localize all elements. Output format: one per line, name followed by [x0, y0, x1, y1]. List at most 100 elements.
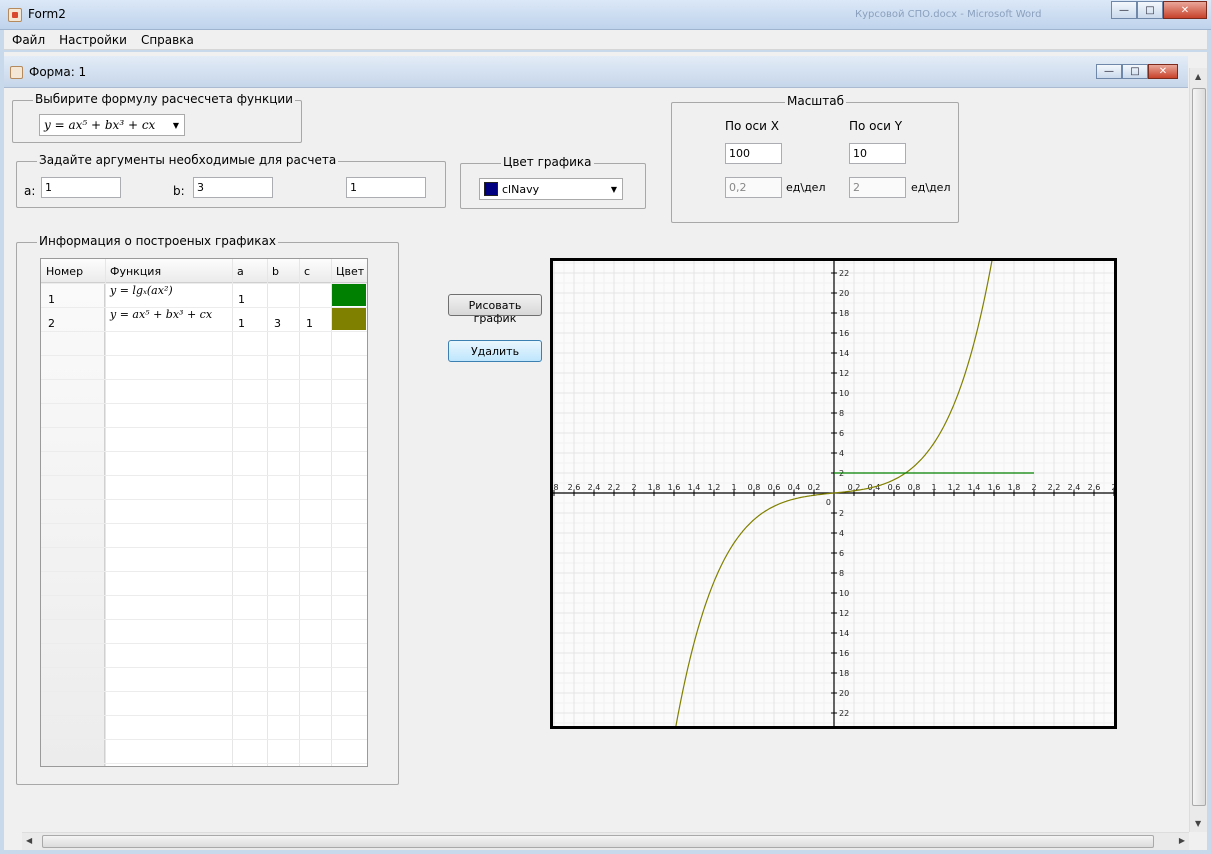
graph-canvas[interactable]: 8 2,6 2,4 2,2 2 1,8 1,6 1,4 1,2 1 0,8 0,6 0,4 0,2 0,2 0…	[550, 258, 1117, 729]
formula-combo-value: y = ax⁵ + bx³ + cx	[44, 118, 156, 132]
y-tick-label: 10	[839, 389, 849, 398]
x-scale-input[interactable]: 100	[725, 143, 782, 164]
y-tick-label: 16	[839, 329, 849, 338]
y-tick-label: 20	[839, 689, 849, 698]
x-tick-label: 2	[631, 483, 636, 492]
x-tick-label: 1,6	[988, 483, 1001, 492]
menu-file[interactable]: Файл	[4, 30, 51, 47]
x-tick-label: 0,8	[748, 483, 761, 492]
row1-c[interactable]	[301, 289, 306, 293]
scroll-left-icon[interactable]: ◀	[26, 836, 32, 845]
scroll-up-icon[interactable]: ▲	[1195, 72, 1201, 81]
y-tick-label: 12	[839, 369, 849, 378]
horizontal-scroll-thumb[interactable]	[42, 835, 1154, 848]
x-tick-label: 1,2	[948, 483, 961, 492]
color-combo[interactable]: clNavy ▼	[479, 178, 623, 200]
x-tick-label: 8	[553, 483, 558, 492]
x-tick-label: 0,6	[768, 483, 781, 492]
scale-group-title: Масштаб	[785, 94, 847, 108]
origin-label: 0	[826, 498, 831, 507]
x-tick-label: 0,4	[788, 483, 801, 492]
col-header-function[interactable]: Функция	[105, 261, 161, 278]
x-tick-label: 1	[731, 483, 736, 492]
row1-b[interactable]	[269, 289, 274, 293]
window-titlebar: Form2 Курсовой СПО.docx - Microsoft Word…	[0, 0, 1211, 30]
y-tick-label: 10	[839, 589, 849, 598]
col-header-c[interactable]: c	[299, 261, 310, 278]
col-header-b[interactable]: b	[267, 261, 279, 278]
table-header	[41, 259, 367, 283]
b-label: b:	[173, 184, 185, 198]
formula-combo[interactable]: y = ax⁵ + bx³ + cx ▼	[39, 114, 185, 136]
y-tick-label: 8	[839, 569, 844, 578]
args-group: Задайте аргументы необходимые для расчет…	[16, 153, 446, 208]
scroll-down-icon[interactable]: ▼	[1195, 819, 1201, 828]
row2-b[interactable]: 3	[269, 313, 281, 330]
delete-button[interactable]: Удалить	[448, 340, 542, 362]
child-close-button[interactable]: ✕	[1148, 64, 1178, 79]
y-tick-label: 2	[839, 509, 844, 518]
vertical-scroll-thumb[interactable]	[1192, 88, 1206, 806]
y-tick-label: 12	[839, 609, 849, 618]
row1-color[interactable]	[332, 284, 366, 306]
child-minimize-button[interactable]: —	[1096, 64, 1122, 79]
draw-graph-button[interactable]: Рисовать график	[448, 294, 542, 325]
row2-color[interactable]	[332, 308, 366, 330]
y-tick-label: 22	[839, 269, 849, 278]
y-tick-label: 8	[839, 409, 844, 418]
maximize-button[interactable]: □	[1137, 1, 1163, 19]
app-icon	[8, 8, 22, 22]
x-tick-label: 1,4	[688, 483, 701, 492]
y-tick-label: 6	[839, 429, 844, 438]
y-tick-label: 14	[839, 629, 849, 638]
row2-a[interactable]: 1	[233, 313, 245, 330]
chevron-down-icon: ▼	[172, 120, 180, 130]
vertical-scrollbar[interactable]: ▲ ▼	[1189, 68, 1207, 832]
c-input[interactable]: 1	[346, 177, 426, 198]
child-restore-button[interactable]: □	[1122, 64, 1148, 79]
x-tick-label: 0,8	[908, 483, 921, 492]
window-title: Form2	[28, 7, 66, 21]
b-input[interactable]: 3	[193, 177, 273, 198]
row1-a[interactable]: 1	[233, 289, 245, 306]
row2-number[interactable]: 2	[43, 313, 55, 330]
y-tick-label: 6	[839, 549, 844, 558]
y-tick-label: 18	[839, 309, 849, 318]
y-tick-label: 4	[839, 529, 844, 538]
row1-function[interactable]: y = lgₓ(ax²)	[105, 283, 173, 297]
graph-svg: 8 2,6 2,4 2,2 2 1,8 1,6 1,4 1,2 1 0,8 0,6 0,4 0,2 0,2 0…	[553, 261, 1114, 726]
child-window-icon	[10, 66, 23, 79]
col-header-number[interactable]: Номер	[41, 261, 83, 278]
row1-number[interactable]: 1	[43, 289, 55, 306]
row2-c[interactable]: 1	[301, 313, 313, 330]
x-tick-label: 1,2	[708, 483, 721, 492]
menu-help[interactable]: Справка	[133, 30, 200, 47]
y-unit-label: ед\дел	[911, 181, 951, 194]
x-tick-label: 0,6	[888, 483, 901, 492]
row2-function[interactable]: y = ax⁵ + bx³ + cx	[105, 307, 212, 321]
x-tick-label: 2,4	[588, 483, 601, 492]
x-tick-label: 2,6	[568, 483, 581, 492]
y-tick-label: 4	[839, 449, 844, 458]
a-input[interactable]: 1	[41, 177, 121, 198]
x-axis-label: По оси X	[725, 119, 779, 133]
form-body: Выбирите формулу расчесчета функции y = …	[4, 88, 1188, 832]
menu-settings[interactable]: Настройки	[51, 30, 133, 47]
y-tick-label: 14	[839, 349, 849, 358]
horizontal-scrollbar[interactable]: ◀ ▶	[22, 832, 1189, 850]
x-tick-label: 2,2	[608, 483, 621, 492]
graphs-table[interactable]: Номер Функция a b c Цвет 1 y = lgₓ(ax²) …	[40, 258, 368, 767]
x-tick-label: 1	[931, 483, 936, 492]
x-tick-label: 2,2	[1048, 483, 1061, 492]
col-header-a[interactable]: a	[232, 261, 244, 278]
x-tick-label: 2	[1111, 483, 1114, 492]
scroll-right-icon[interactable]: ▶	[1179, 836, 1185, 845]
y-tick-label: 18	[839, 669, 849, 678]
x-tick-label: 2	[1031, 483, 1036, 492]
minimize-button[interactable]: —	[1111, 1, 1137, 19]
close-button[interactable]: ✕	[1163, 1, 1207, 19]
y-scale-input[interactable]: 10	[849, 143, 906, 164]
x-unit-label: ед\дел	[786, 181, 826, 194]
col-header-color[interactable]: Цвет	[331, 261, 364, 278]
color-combo-value: clNavy	[502, 182, 540, 196]
